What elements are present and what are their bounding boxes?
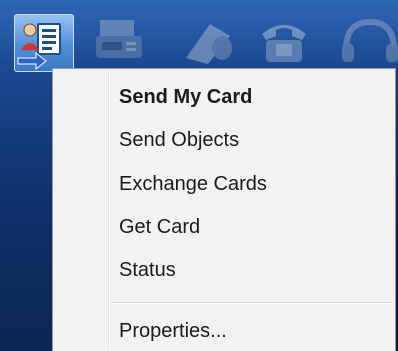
headset-icon[interactable] [338, 14, 398, 68]
bluetooth-card-icon[interactable] [14, 14, 74, 72]
menu-item-exchange-cards[interactable]: Exchange Cards [119, 172, 267, 196]
menu-item-send-my-card[interactable]: Send My Card [119, 85, 252, 109]
document-scanner-icon[interactable] [180, 14, 236, 68]
screen: Send My Card Send Objects Exchange Cards… [0, 0, 398, 351]
menu-item-get-card[interactable]: Get Card [119, 215, 200, 239]
menu-item-properties[interactable]: Properties... [119, 319, 227, 343]
fax-machine-icon[interactable] [92, 14, 148, 68]
menu-separator [111, 302, 391, 304]
menu-item-send-objects[interactable]: Send Objects [119, 128, 239, 152]
telephone-icon[interactable] [256, 14, 312, 68]
menu-item-status[interactable]: Status [119, 258, 176, 282]
menu-icon-gutter [108, 72, 110, 349]
context-menu: Send My Card Send Objects Exchange Cards… [52, 68, 396, 351]
